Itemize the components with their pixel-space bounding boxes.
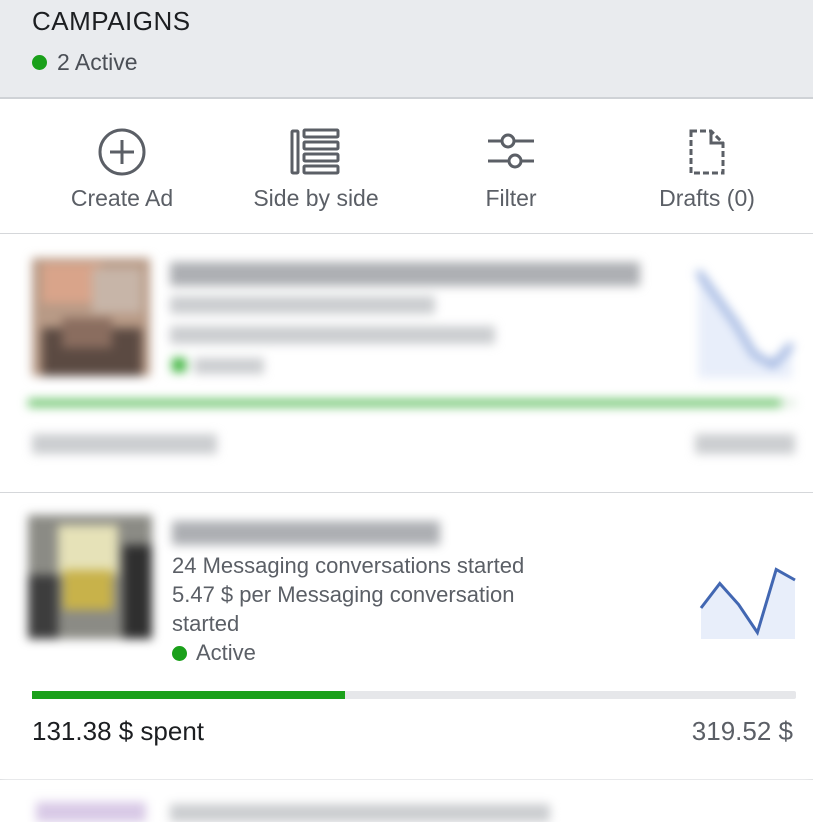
- metric-placeholder-1: [170, 296, 435, 314]
- list-compare-icon: [290, 128, 340, 175]
- drafts-button[interactable]: Drafts (0): [627, 99, 787, 233]
- filter-label: Filter: [485, 185, 537, 211]
- campaigns-header: CAMPAIGNS 2 Active: [0, 0, 813, 99]
- budget-progress-bar: [28, 399, 796, 407]
- active-status: 2 Active: [32, 49, 138, 76]
- plus-circle-icon: [98, 128, 146, 176]
- active-count-label: 2 Active: [57, 49, 138, 75]
- spent-placeholder: [32, 434, 217, 454]
- amount-spent: 131.38 $ spent: [32, 716, 205, 746]
- campaign-thumbnail: [36, 802, 146, 822]
- campaign-thumbnail-image: [32, 258, 150, 376]
- campaign-name-placeholder: [172, 521, 440, 545]
- metric-cost-per-conversation-cont: started: [172, 611, 240, 636]
- metric-placeholder-2: [170, 326, 495, 344]
- page-title: CAMPAIGNS: [32, 6, 191, 36]
- campaign-thumbnail: [28, 515, 152, 639]
- budget-progress-bar: [32, 691, 796, 699]
- filter-button[interactable]: Filter: [431, 99, 591, 233]
- campaign-name-placeholder: [170, 804, 550, 822]
- metric-cost-per-conversation: 5.47 $ per Messaging conversation: [172, 582, 515, 607]
- side-by-side-label: Side by side: [253, 185, 379, 211]
- create-ad-button[interactable]: Create Ad: [42, 99, 202, 233]
- sparkline-chart: [699, 567, 796, 639]
- status-placeholder: [194, 358, 264, 374]
- campaign-card[interactable]: [0, 780, 813, 822]
- budget-progress-fill: [28, 399, 781, 407]
- campaign-budget: 319.52 $: [691, 716, 793, 746]
- active-dot-icon: [172, 645, 187, 661]
- campaign-card[interactable]: [0, 234, 813, 493]
- drafts-label: Drafts (0): [659, 185, 755, 211]
- side-by-side-button[interactable]: Side by side: [236, 99, 396, 233]
- status-dot-icon: [172, 358, 186, 372]
- create-ad-label: Create Ad: [70, 185, 174, 211]
- sliders-icon: [488, 133, 534, 169]
- campaign-toolbar: Create Ad Side by side Filter Drafts (0): [0, 99, 813, 234]
- campaign-status-label: Active: [196, 640, 256, 665]
- campaign-thumbnail: [32, 258, 150, 376]
- document-icon: [689, 129, 725, 175]
- campaign-status: Active: [172, 640, 256, 666]
- metric-conversations: 24 Messaging conversations started: [172, 553, 525, 578]
- campaign-thumbnail-image: [28, 515, 152, 639]
- active-dot-icon: [32, 55, 47, 70]
- campaign-card[interactable]: 24 Messaging conversations started 5.47 …: [0, 493, 813, 780]
- budget-progress-fill: [32, 691, 346, 699]
- sparkline-chart: [695, 269, 795, 378]
- budget-placeholder: [695, 434, 795, 454]
- campaign-name-placeholder: [170, 262, 640, 286]
